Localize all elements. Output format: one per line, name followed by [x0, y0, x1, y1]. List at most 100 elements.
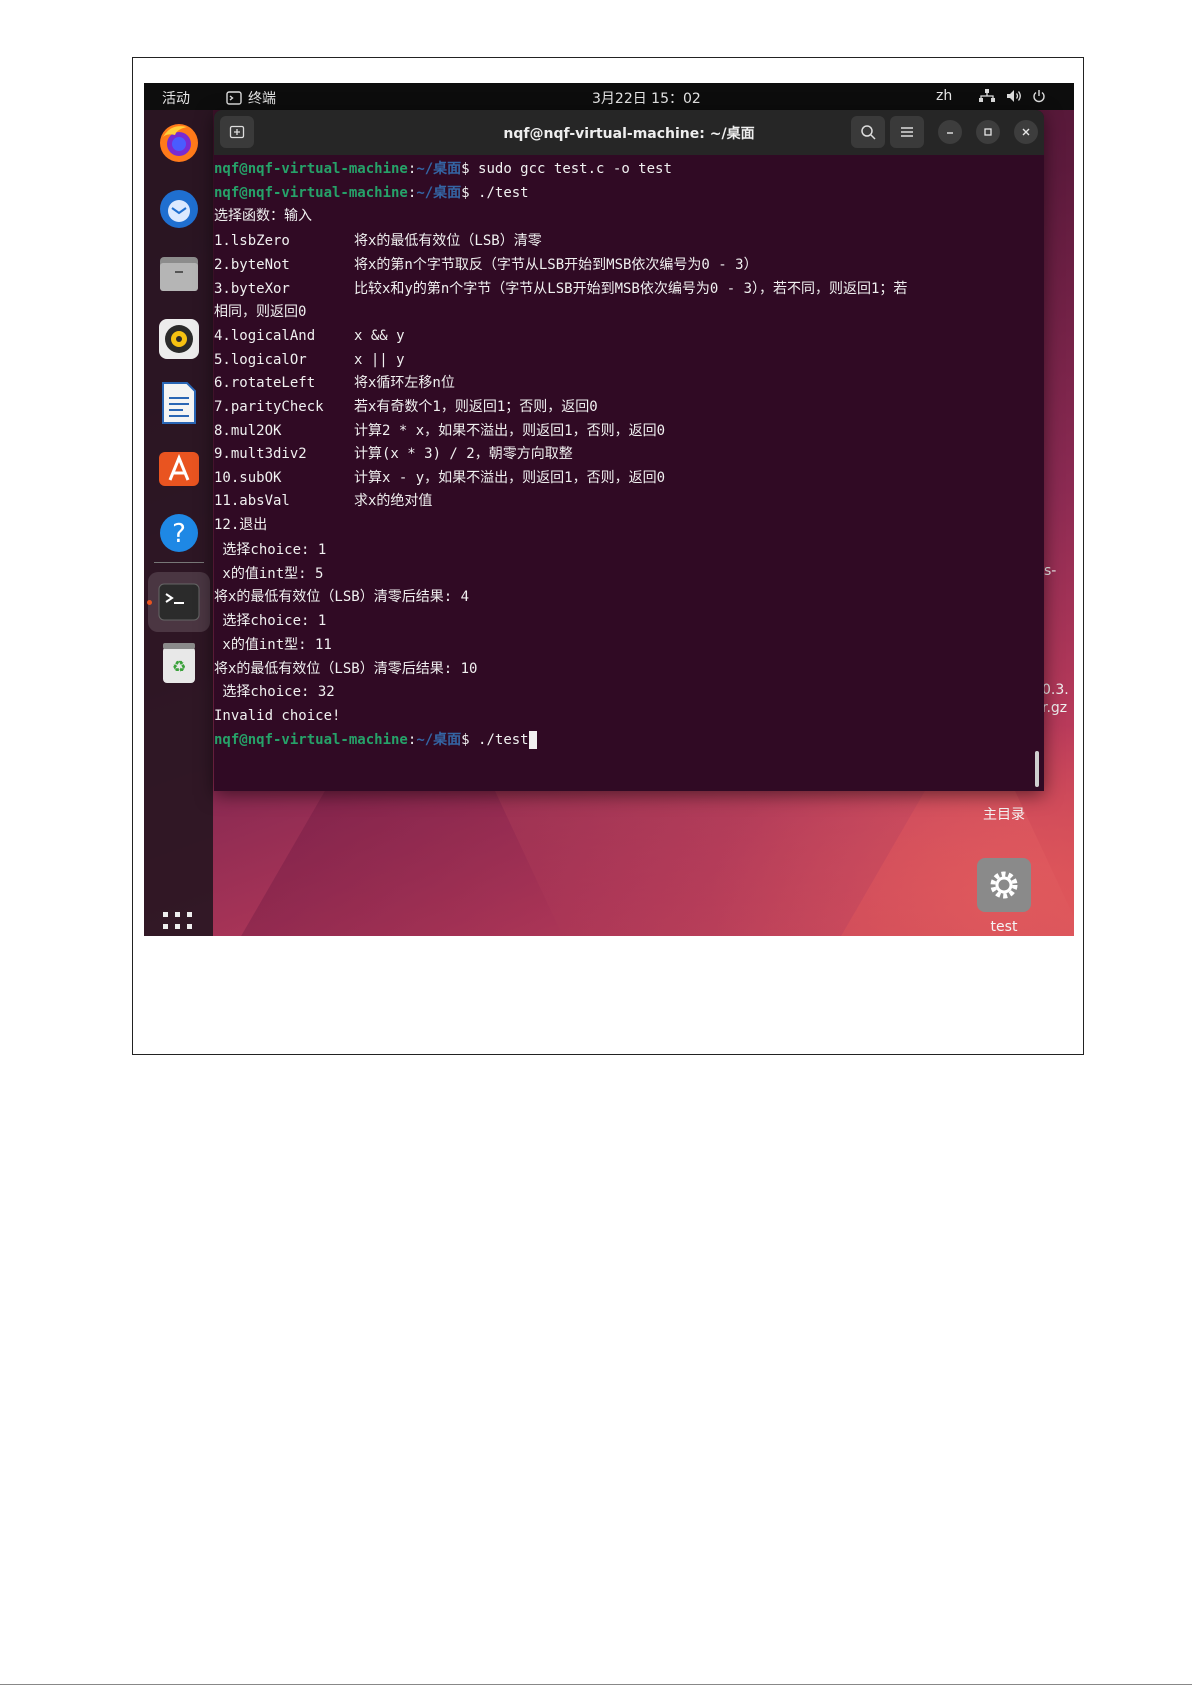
desktop-file-fragment: s-	[1044, 563, 1057, 579]
menu-option-description: x && y	[354, 328, 405, 344]
prompt-dollar: $	[461, 161, 470, 177]
terminal-output[interactable]: nqf@nqf-virtual-machine:~/桌面$ sudo gcc t…	[214, 155, 1044, 791]
thunderbird-icon[interactable]	[156, 186, 202, 232]
dock-separator	[154, 562, 204, 563]
scrollbar[interactable]	[1035, 751, 1039, 787]
help-icon[interactable]: ?	[156, 510, 202, 556]
output-text: 12.退出	[214, 517, 268, 533]
top-bar: 活动 终端 3月22日 15：02 zh	[144, 83, 1074, 110]
output-text: 选择choice: 32	[214, 684, 335, 700]
app-menu[interactable]: 终端	[226, 88, 276, 108]
prompt-dollar: $	[461, 732, 470, 748]
terminal-line: 10.subOK 计算x - y，如果不溢出，则返回1，否则，返回0	[214, 469, 665, 487]
menu-option-name: 11.absVal	[214, 493, 290, 509]
prompt-path: ~/桌面	[416, 161, 462, 177]
terminal-line: 选择choice: 1	[214, 541, 326, 559]
terminal-line: 1.lsbZero 将x的最低有效位（LSB）清零	[214, 232, 542, 250]
maximize-button[interactable]	[976, 120, 1000, 144]
app-name: 终端	[248, 91, 276, 107]
terminal-line: 将x的最低有效位（LSB）清零后结果: 4	[214, 588, 469, 606]
output-text: x的值int型: 11	[214, 637, 332, 653]
terminal-line: 9.mult3div2 计算(x * 3) / 2，朝零方向取整	[214, 445, 573, 463]
menu-option-name: 5.logicalOr	[214, 352, 307, 368]
menu-option-name: 7.parityCheck	[214, 399, 324, 415]
menu-option-name: 3.byteXor	[214, 281, 290, 297]
firefox-icon[interactable]	[156, 120, 202, 166]
terminal-line: 2.byteNot 将x的第n个字节取反（字节从LSB开始到MSB依次编号为0 -…	[214, 256, 758, 274]
close-button[interactable]	[1014, 120, 1038, 144]
trash-icon[interactable]: ♻	[156, 640, 202, 686]
close-icon	[1022, 128, 1030, 136]
command-text: ./test	[469, 185, 529, 201]
terminal-app-icon	[226, 91, 242, 105]
test-file-label[interactable]: test	[974, 919, 1034, 935]
prompt-path: ~/桌面	[416, 185, 462, 201]
terminal-line: nqf@nqf-virtual-machine:~/桌面$ ./test	[214, 731, 537, 749]
running-indicator	[147, 600, 152, 605]
menu-option-description: 若x有奇数个1，则返回1；否则，返回0	[354, 399, 598, 415]
menu-option-description: 求x的绝对值	[354, 493, 433, 509]
show-apps-button[interactable]	[161, 910, 195, 936]
terminal-line: nqf@nqf-virtual-machine:~/桌面$ ./test	[214, 184, 529, 202]
hamburger-icon	[901, 127, 913, 137]
menu-option-description: 将x循环左移n位	[354, 375, 455, 391]
maximize-icon	[984, 128, 992, 136]
menu-option-name: 9.mult3div2	[214, 446, 307, 462]
output-text: 将x的最低有效位（LSB）清零后结果: 10	[214, 661, 478, 677]
terminal-titlebar: nqf@nqf-virtual-machine: ~/桌面	[214, 110, 1044, 155]
volume-icon[interactable]	[1006, 89, 1024, 107]
terminal-line: 5.logicalOr x || y	[214, 351, 405, 369]
terminal-line: 将x的最低有效位（LSB）清零后结果: 10	[214, 660, 477, 678]
network-icon[interactable]	[979, 89, 995, 107]
output-text: 选择choice: 1	[214, 542, 327, 558]
terminal-line: Invalid choice!	[214, 707, 340, 725]
desktop-file-fragment: r.gz	[1042, 700, 1068, 716]
terminal-line: 选择函数：输入	[214, 207, 312, 225]
output-text: x的值int型: 5	[214, 566, 324, 582]
terminal-line: x的值int型: 11	[214, 636, 332, 654]
minimize-button[interactable]	[938, 120, 962, 144]
input-method[interactable]: zh	[936, 88, 952, 104]
app-center-icon[interactable]	[156, 444, 202, 490]
menu-option-name: 8.mul2OK	[214, 423, 282, 439]
activities-button[interactable]: 活动	[162, 88, 190, 108]
svg-text:♻: ♻	[172, 657, 186, 676]
gear-icon[interactable]	[977, 858, 1031, 912]
power-icon[interactable]	[1032, 89, 1046, 107]
terminal-line: 12.退出	[214, 516, 267, 534]
rhythmbox-icon[interactable]	[156, 316, 202, 362]
prompt-user: nqf@nqf-virtual-machine	[214, 732, 408, 748]
terminal-line: 6.rotateLeft 将x循环左移n位	[214, 374, 455, 392]
menu-option-description: 计算x - y，如果不溢出，则返回1，否则，返回0	[354, 470, 665, 486]
terminal-window[interactable]: nqf@nqf-virtual-machine: ~/桌面 nqf@nqf-vi…	[214, 110, 1044, 791]
clock[interactable]: 3月22日 15：02	[592, 88, 701, 108]
output-text: 选择choice: 1	[214, 613, 327, 629]
search-icon	[861, 125, 876, 140]
dock: ? ♻	[144, 110, 213, 936]
search-button[interactable]	[851, 116, 885, 148]
terminal-line: 7.parityCheck 若x有奇数个1，则返回1；否则，返回0	[214, 398, 598, 416]
terminal-line: 11.absVal 求x的绝对值	[214, 492, 432, 510]
writer-icon[interactable]	[156, 380, 202, 426]
home-folder-label[interactable]: 主目录	[974, 804, 1034, 824]
terminal-line: 8.mul2OK 计算2 * x，如果不溢出，则返回1，否则，返回0	[214, 422, 665, 440]
command-text: sudo gcc test.c -o test	[469, 161, 672, 177]
menu-option-description: 比较x和y的第n个字节（字节从LSB开始到MSB依次编号为0 - 3），若不同，…	[354, 281, 908, 297]
menu-option-description: 计算(x * 3) / 2，朝零方向取整	[354, 446, 573, 462]
minimize-icon	[947, 132, 953, 134]
menu-option-description: x || y	[354, 352, 405, 368]
prompt-path: ~/桌面	[416, 732, 462, 748]
terminal-line: 3.byteXor 比较x和y的第n个字节（字节从LSB开始到MSB依次编号为0 …	[214, 280, 907, 298]
terminal-line: 相同，则返回0	[214, 303, 306, 321]
prompt-user: nqf@nqf-virtual-machine	[214, 185, 408, 201]
menu-option-name: 1.lsbZero	[214, 233, 290, 249]
output-text: 选择函数：输入	[214, 208, 312, 224]
menu-option-description: 将x的最低有效位（LSB）清零	[354, 233, 542, 249]
output-text: Invalid choice!	[214, 708, 341, 724]
menu-button[interactable]	[890, 116, 924, 148]
screenshot: 活动 终端 3月22日 15：02 zh ? ♻ s- 0.3. r.gz 主目…	[144, 83, 1074, 936]
terminal-icon[interactable]	[148, 572, 210, 632]
menu-option-name: 10.subOK	[214, 470, 282, 486]
files-icon[interactable]	[156, 250, 202, 296]
terminal-line: 选择choice: 32	[214, 683, 335, 701]
